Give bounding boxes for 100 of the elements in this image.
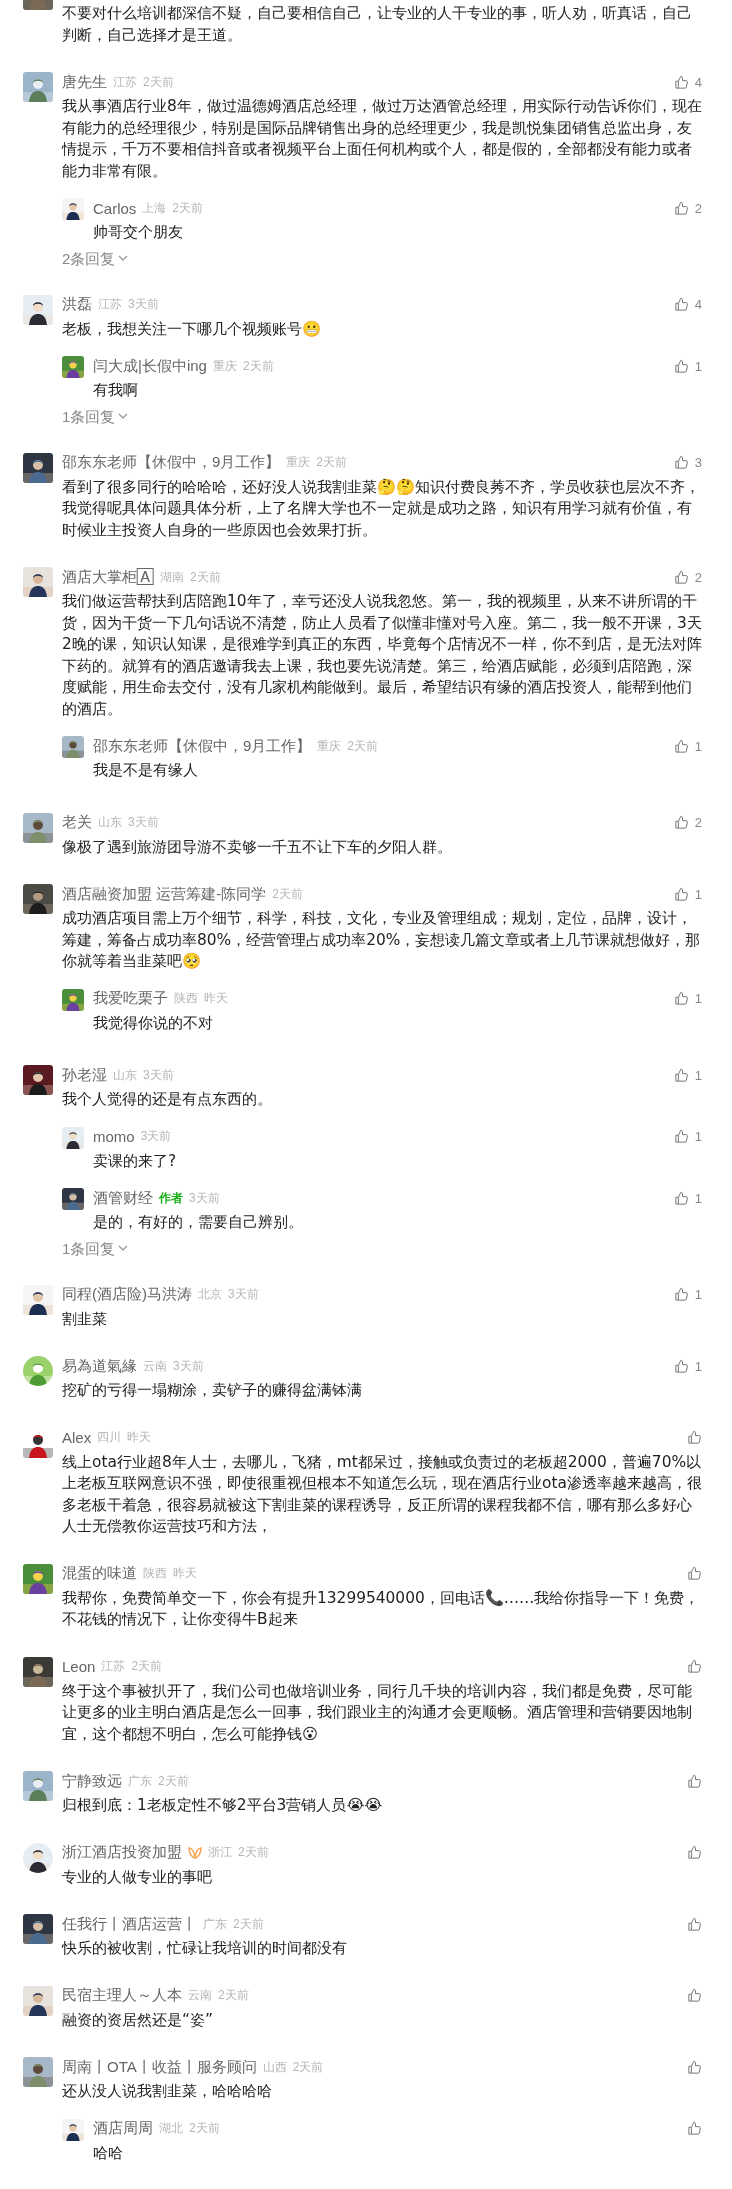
show-replies-button[interactable]: 1条回复 bbox=[62, 1238, 129, 1259]
timestamp: 2天前 bbox=[233, 1915, 264, 1933]
thumbs-up-icon bbox=[687, 1845, 702, 1860]
chevron-down-icon bbox=[118, 1245, 129, 1252]
comment-text: 归根到底：1老板定性不够2平台3营销人员😭😭 bbox=[62, 1795, 384, 1816]
comment-text: 快乐的被收割，忙碌让我培训的时间都没有 bbox=[62, 1938, 348, 1959]
like-button[interactable]: 1 bbox=[673, 1358, 702, 1374]
user-name[interactable]: 酒店融资加盟 运营筹建-陈同学 bbox=[62, 884, 267, 904]
timestamp: 2天前 bbox=[189, 2120, 220, 2137]
like-button[interactable] bbox=[687, 1430, 702, 1445]
like-button[interactable] bbox=[687, 2059, 702, 2075]
thumbs-up-icon bbox=[687, 1566, 702, 1581]
user-name[interactable]: 酒店周周 bbox=[93, 2119, 153, 2138]
show-replies-button[interactable]: 2条回复 bbox=[62, 248, 129, 269]
user-name[interactable]: 同程(酒店险)马洪涛 bbox=[62, 1285, 192, 1304]
like-button[interactable]: 1 bbox=[673, 1067, 702, 1083]
comment-text: 线上ota行业超8年人士，去哪儿，飞猪，mt都呆过，接触或负责过的老板超2000，普遍70%以上老板互联网意识不强，即使很重视但根本不知道怎么玩，现在酒店行业ota渗透率越来越高，很多老板干着急，很容易就被这下割韭菜的课程诱导，反正所谓的课程我都不信，哪有那么多好心人士无偿教你运营技巧和方法， bbox=[62, 1451, 702, 1537]
timestamp: 3天前 bbox=[228, 1286, 259, 1303]
user-name[interactable]: 邵东东老师【休假中，9月工作】 bbox=[93, 736, 312, 756]
like-button[interactable] bbox=[687, 2121, 702, 2136]
user-name[interactable]: 邵东东老师【休假中，9月工作】 bbox=[62, 453, 281, 472]
like-button[interactable]: 2 bbox=[673, 815, 702, 830]
thumbs-up-icon bbox=[673, 991, 689, 1006]
like-button[interactable]: 2 bbox=[673, 569, 702, 585]
user-name[interactable]: 民宿主理人～人本 bbox=[62, 1986, 182, 2005]
user-name[interactable]: 孙老湿 bbox=[62, 1065, 107, 1085]
location: 北京 bbox=[198, 1286, 222, 1303]
user-name[interactable]: Leon bbox=[62, 1658, 96, 1675]
user-name[interactable]: 我爱吃栗子 bbox=[93, 989, 168, 1008]
user-name[interactable]: 任我行丨酒店运营丨 bbox=[62, 1914, 197, 1934]
like-button[interactable]: 1 bbox=[673, 886, 702, 902]
location: 广东 bbox=[128, 1772, 152, 1790]
thumbs-up-icon bbox=[687, 2059, 702, 2075]
author-label: 作者 bbox=[159, 1189, 183, 1207]
timestamp: 2天前 bbox=[316, 454, 348, 471]
thumbs-up-icon bbox=[687, 1988, 702, 2003]
like-button[interactable] bbox=[687, 1845, 702, 1860]
user-name[interactable]: Carlos bbox=[93, 199, 137, 217]
location: 云南 bbox=[188, 1987, 212, 2004]
comment-text: 融资的资居然还是“姿” bbox=[62, 2009, 214, 2031]
like-button[interactable]: 1 bbox=[673, 1190, 702, 1206]
comment-text: 终于这个事被扒开了，我们公司也做培训业务，同行几千块的培训内容，我们都是免费，尽可能让更多的业主明白酒店是怎么一回事，我们跟业主的沟通才会更顺畅。酒店管理和营销要因地制宜，这个都想不明白，怎么可能挣钱😮 bbox=[62, 1680, 693, 1745]
like-button[interactable]: 1 bbox=[673, 358, 702, 374]
user-name[interactable]: 闫大成|长假中ing bbox=[93, 356, 207, 376]
user-name[interactable]: 唐先生 bbox=[62, 72, 107, 92]
timestamp: 3天前 bbox=[143, 1066, 174, 1084]
like-button[interactable]: 1 bbox=[673, 1287, 702, 1302]
like-button[interactable] bbox=[687, 1659, 702, 1674]
user-name[interactable]: 宁静致远 bbox=[62, 1771, 122, 1791]
timestamp: 3天前 bbox=[189, 1189, 220, 1207]
like-button[interactable]: 4 bbox=[673, 74, 702, 90]
verified-icon bbox=[188, 1846, 202, 1859]
user-name[interactable]: 混蛋的味道 bbox=[62, 1564, 137, 1583]
timestamp: 3天前 bbox=[140, 1128, 172, 1145]
comment-text: 我从事酒店行业8年，做过温德姆酒店总经理，做过万达酒管总经理，用实际行动告诉你们，现在有能力的总经理很少，特别是国际品牌销售出身的总经理更少，我是凯悦集团销售总监出身，友情提示，千万不要相信抖音或者视频平台上面任何机构或个人，都是假的，全部都没有能力或者能力非常有限。 bbox=[62, 96, 702, 182]
comment-text: 我觉得你说的不对 bbox=[93, 1012, 214, 1034]
timestamp: 2天前 bbox=[292, 2058, 324, 2076]
user-name[interactable]: 浙江酒店投资加盟 bbox=[62, 1843, 182, 1862]
location: 陕西 bbox=[143, 1565, 167, 1582]
like-button[interactable]: 1 bbox=[673, 1129, 702, 1144]
like-button[interactable] bbox=[687, 1916, 702, 1932]
user-name[interactable]: momo bbox=[93, 1128, 135, 1145]
thumbs-up-icon bbox=[673, 886, 689, 902]
timestamp: 3天前 bbox=[128, 814, 159, 831]
location: 湖北 bbox=[159, 2120, 183, 2137]
thumbs-up-icon bbox=[673, 74, 689, 90]
thumbs-up-icon bbox=[687, 1659, 702, 1674]
thumbs-up-icon bbox=[687, 1916, 702, 1932]
comment-text: 我是不是有缘人 bbox=[93, 760, 199, 781]
comment-text: 挖矿的亏得一塌糊涂，卖铲子的赚得盆满钵满 bbox=[62, 1380, 363, 1401]
location: 四川 bbox=[97, 1429, 122, 1446]
show-replies-button[interactable]: 1条回复 bbox=[62, 406, 129, 427]
user-name[interactable]: 酒店大掌柜🄰 bbox=[62, 567, 154, 587]
like-button[interactable]: 1 bbox=[673, 991, 702, 1006]
user-name[interactable]: 老关 bbox=[62, 813, 92, 832]
comment-text: 看到了很多同行的哈哈哈，还好没人说我割韭菜🤔🤔知识付费良莠不齐，学员收获也层次不齐，我觉得呢具体问题具体分析，上了名牌大学也不一定就是成功之路，知识有用学习就有价值，有时候业主投资人自身的一些原因也会效果打折。 bbox=[62, 476, 701, 541]
like-button[interactable]: 1 bbox=[673, 738, 702, 754]
user-name[interactable]: 周南丨OTA丨收益丨服务顾问 bbox=[62, 2057, 257, 2077]
timestamp: 2天前 bbox=[218, 1987, 249, 2004]
like-button[interactable] bbox=[687, 1566, 702, 1581]
location: 山西 bbox=[262, 2058, 287, 2076]
user-name[interactable]: 酒管财经 bbox=[93, 1188, 153, 1208]
like-button[interactable] bbox=[687, 1773, 702, 1789]
user-name[interactable]: Alex bbox=[62, 1429, 92, 1446]
thumbs-up-icon bbox=[673, 1129, 689, 1144]
comment-text: 老板，我想关注一下哪几个视频账号😬 bbox=[62, 318, 322, 340]
like-button[interactable] bbox=[687, 1988, 702, 2003]
timestamp: 昨天 bbox=[173, 1565, 197, 1582]
timestamp: 3天前 bbox=[173, 1357, 204, 1375]
thumbs-up-icon bbox=[673, 1358, 689, 1374]
user-name[interactable]: 洪磊 bbox=[62, 295, 92, 314]
location: 湖南 bbox=[160, 568, 184, 586]
comment-text: 我帮你，免费简单交一下，你会有提升13299540000，回电话📞……我给你指导一下！免费，不花钱的情况下，让你变得牛B起来 bbox=[62, 1587, 701, 1630]
user-name[interactable]: 易為道氣緣 bbox=[62, 1356, 137, 1376]
like-button[interactable]: 4 bbox=[673, 297, 702, 312]
like-button[interactable]: 2 bbox=[673, 200, 702, 216]
thumbs-up-icon bbox=[673, 569, 689, 585]
comment-text: 我们做运营帮扶到店陪跑10年了，幸亏还没人说我忽悠。第一，我的视频里，从来不讲所谓的干货，因为干货一下几句话说不清楚，防止人员看了似懂非懂对号入座。第二，我一般不开课，3天2晚的课，知识认知课，是很难学到真正的东西，毕竟每个店情况不一样，你不到店，是无法对阵下药的。就算有的酒店邀请我去上课，我也要先说清楚。第三，给酒店赋能，必须到店陪跑，深度赋能，用生命去交付，没有几家机构能做到。最后，希望结识有缘的酒店投资人，能帮到他们的酒店。 bbox=[62, 591, 702, 720]
comment-text: 我个人觉得的还是有点东西的。 bbox=[62, 1089, 273, 1110]
like-button[interactable]: 3 bbox=[673, 455, 702, 470]
